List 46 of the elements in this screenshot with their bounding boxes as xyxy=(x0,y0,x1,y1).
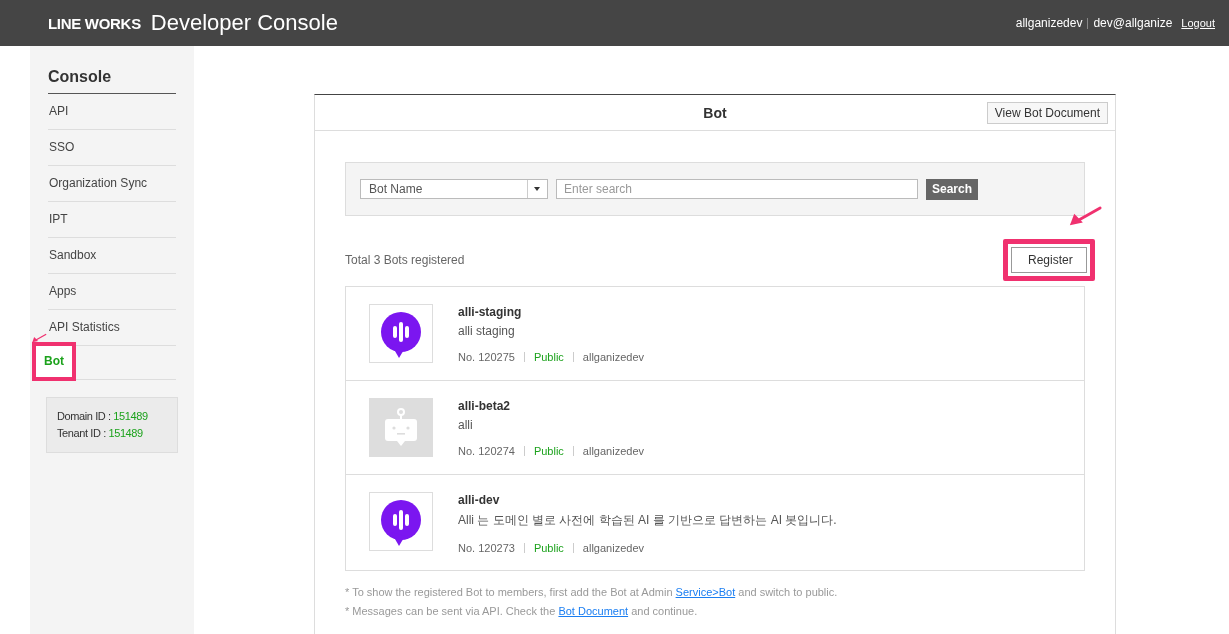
bot-item[interactable]: alli-dev Alli 는 도메인 별로 사전에 학습된 AI 를 기반으로 답변하는 AI 봇입니다. No. 120273 Public allganizedev xyxy=(346,475,1084,570)
user-email: dev@allganize xyxy=(1093,16,1173,30)
bot-name: alli-beta2 xyxy=(458,399,512,413)
app-title: Developer Console xyxy=(150,10,338,36)
view-document-button[interactable]: View Bot Document xyxy=(986,102,1108,124)
help-link[interactable]: Service>Bot xyxy=(675,586,736,598)
sidebar-title: Console xyxy=(48,68,176,94)
user-name: allganizedev xyxy=(1015,16,1083,30)
help-note: * Messages can be sent via API. Check the Bot Document and continue. xyxy=(345,605,699,617)
annotation-arrow xyxy=(1067,204,1103,228)
panel-title: Bot xyxy=(703,104,727,121)
help-link[interactable]: Bot Document xyxy=(558,605,629,617)
bot-status: Public xyxy=(533,542,564,554)
id-label: Tenant ID : 151489 xyxy=(57,426,144,441)
logout-link[interactable]: Logout xyxy=(1181,17,1215,29)
search-button[interactable]: Search xyxy=(926,178,979,200)
sidebar-item[interactable]: Sandbox xyxy=(48,238,98,273)
sidebar-item[interactable]: IPT xyxy=(48,202,69,237)
sidebar-item[interactable]: Organization Sync xyxy=(48,166,149,201)
id-label: Domain ID : 151489 xyxy=(57,409,149,424)
bot-status: Public xyxy=(533,351,564,363)
bot-owner: allganizedev xyxy=(582,351,644,363)
bot-item[interactable]: alli-beta2 alli No. 120274 Public allganizedev xyxy=(346,381,1084,475)
bot-number: No. 120275 xyxy=(458,351,515,363)
bot-description: Alli 는 도메인 별로 사전에 학습된 AI 를 기반으로 답변하는 AI 봇입니다. xyxy=(458,512,837,529)
annotation-arrow xyxy=(31,332,47,344)
search-field[interactable]: Enter search xyxy=(556,179,918,199)
bot-name: alli-dev xyxy=(458,493,501,507)
total-count: Total 3 Bots registered xyxy=(345,253,465,267)
register-button[interactable]: Register xyxy=(1011,247,1087,273)
bot-description: alli staging xyxy=(458,324,516,338)
help-note: * To show the registered Bot to members, first add the Bot at Admin Service>Bot and switch to public. xyxy=(345,586,839,598)
bot-name: alli-staging xyxy=(458,305,523,319)
sidebar-item[interactable]: Apps xyxy=(48,274,78,309)
bot-status: Public xyxy=(533,445,564,457)
bot-number: No. 120273 xyxy=(458,542,515,554)
logo: LINE WORKS xyxy=(48,14,141,32)
bot-owner: allganizedev xyxy=(582,445,644,457)
bot-owner: allganizedev xyxy=(582,542,644,554)
sidebar-item[interactable]: SSO xyxy=(48,130,76,165)
sidebar-item[interactable]: API xyxy=(48,94,70,129)
bot-number: No. 120274 xyxy=(458,445,515,457)
sidebar-item[interactable]: API Statistics xyxy=(48,310,121,345)
bot-item[interactable]: alli-staging alli staging No. 120275 Public allganizedev xyxy=(346,287,1084,381)
bot-description: alli xyxy=(458,418,474,432)
filter-dropdown[interactable]: Bot Name xyxy=(360,179,548,199)
